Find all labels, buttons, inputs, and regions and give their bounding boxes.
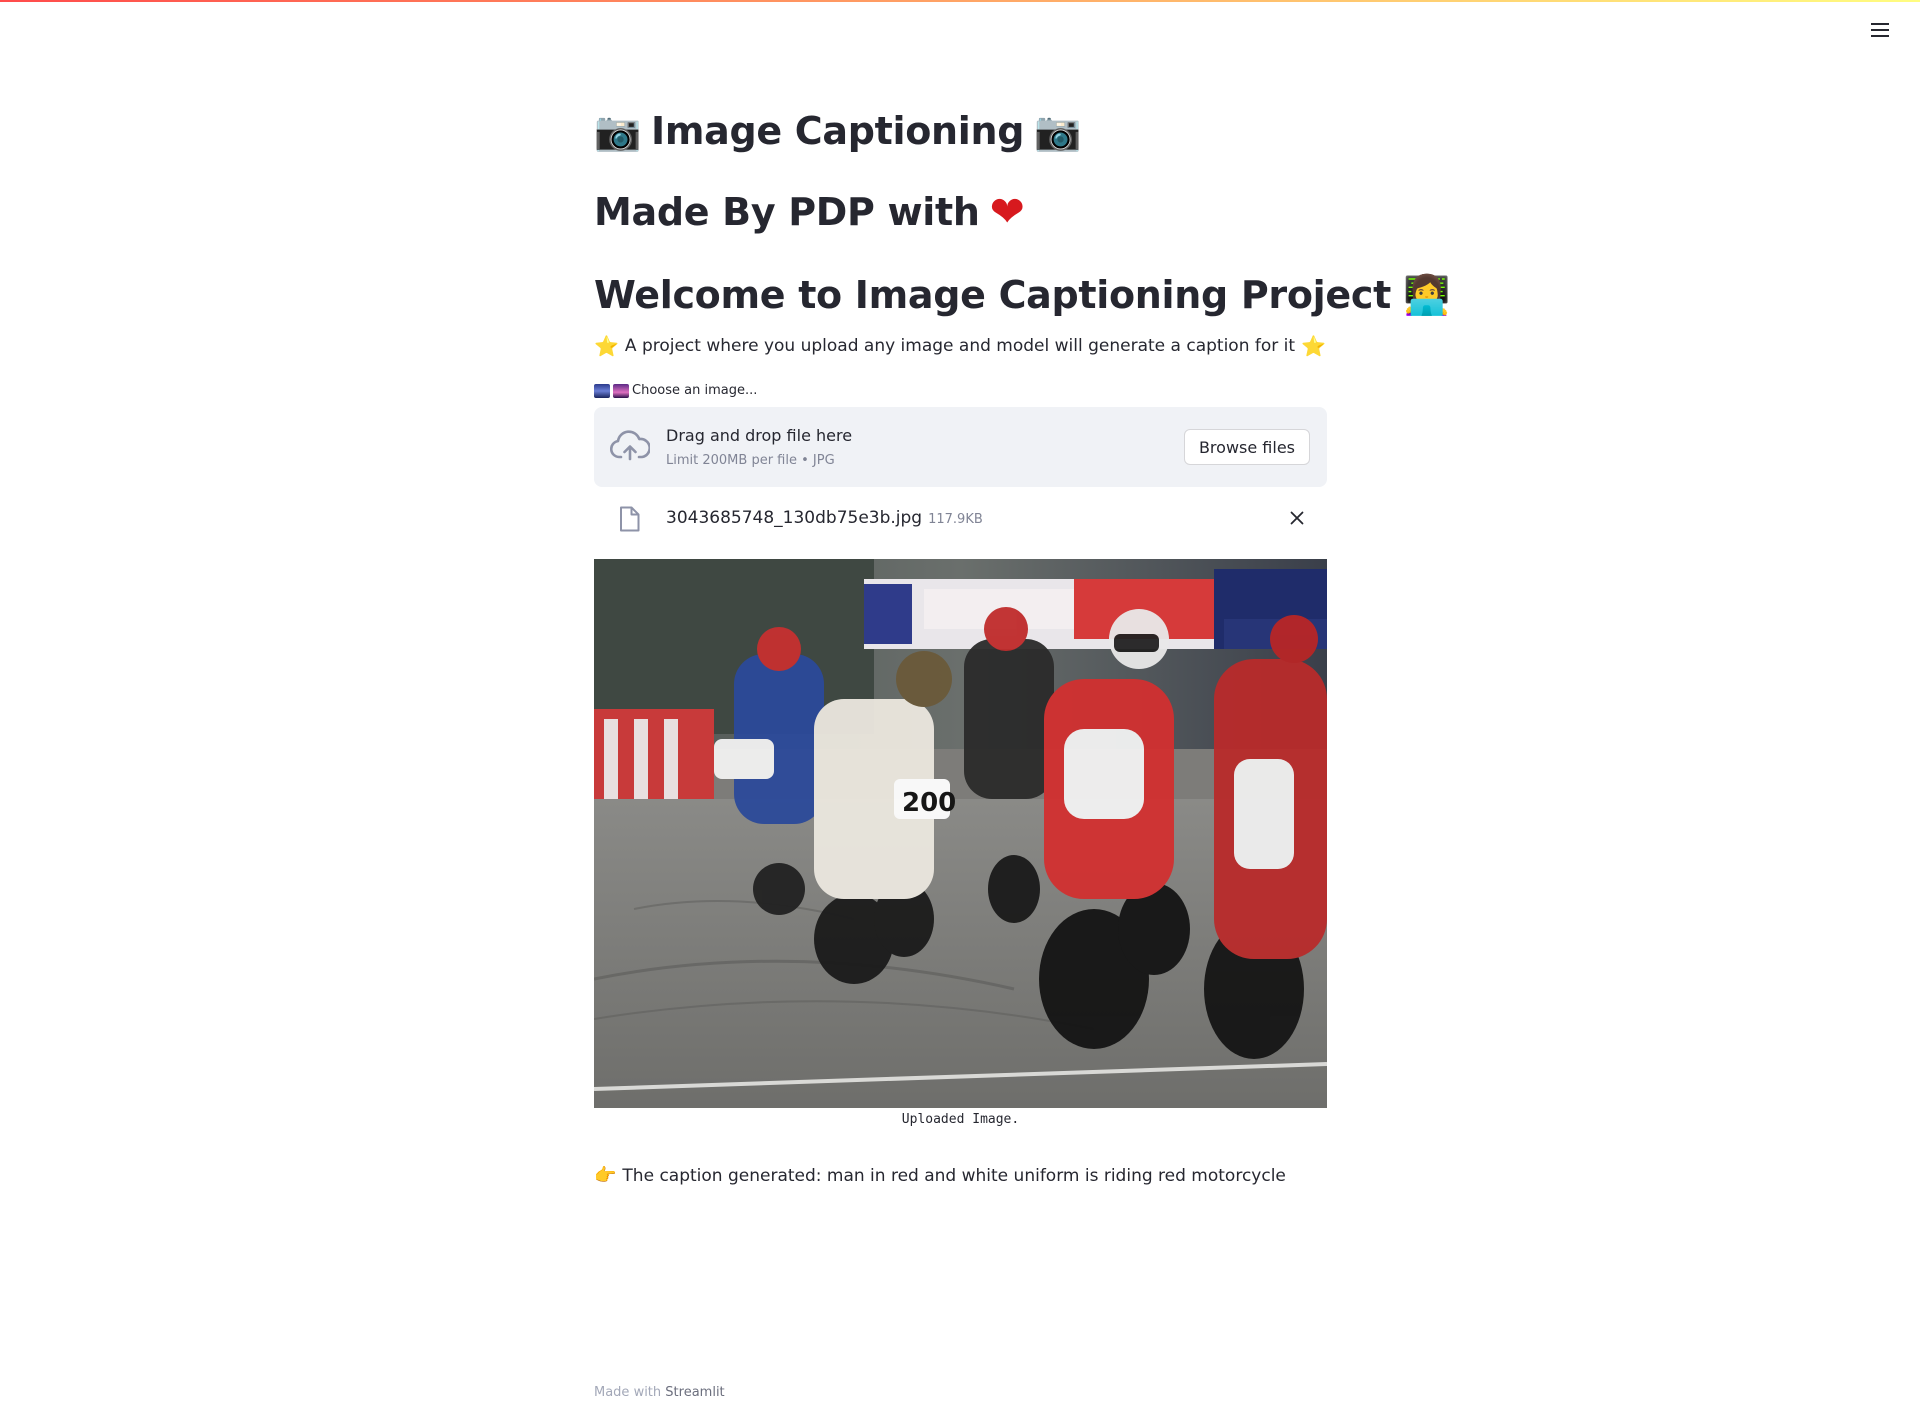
page-title: 📷 Image Captioning 📷 [594, 107, 1081, 155]
project-description-text: A project where you upload any image and… [624, 336, 1296, 356]
fireworks-icon [613, 384, 629, 398]
star-icon: ⭐ [594, 334, 619, 358]
file-dropzone[interactable]: Drag and drop file here Limit 200MB per … [594, 407, 1327, 487]
file-uploader-label: Choose an image... [594, 381, 757, 401]
generated-caption: 👉 The caption generated: man in red and … [594, 1163, 1286, 1189]
star-icon: ⭐ [1301, 334, 1326, 358]
night-sky-icon [594, 384, 610, 398]
browse-files-button[interactable]: Browse files [1183, 429, 1310, 465]
main-menu-button[interactable] [1862, 16, 1898, 44]
motorcycle-race-photo: 200 [594, 559, 1327, 1108]
dropzone-hint: Limit 200MB per file • JPG [666, 453, 835, 468]
welcome-heading-text: Welcome to Image Captioning Project [594, 273, 1391, 317]
project-description: ⭐ A project where you upload any image a… [594, 333, 1326, 359]
image-caption: Uploaded Image. [901, 1112, 1020, 1127]
svg-text:200: 200 [902, 788, 956, 818]
uploaded-image: 200 [594, 559, 1327, 1108]
page-title-text: Image Captioning [651, 109, 1025, 153]
cloud-upload-icon [610, 430, 650, 461]
camera-icon: 📷 [594, 109, 642, 153]
uploaded-file-name: 3043685748_130db75e3b.jpg 117.9KB [666, 507, 983, 531]
uploaded-file-name-text: 3043685748_130db75e3b.jpg [666, 508, 923, 528]
welcome-heading: Welcome to Image Captioning Project 👩‍💻 [594, 271, 1450, 319]
footer-prefix: Made with [594, 1385, 662, 1400]
uploaded-file-item: 3043685748_130db75e3b.jpg 117.9KB [594, 496, 1327, 540]
author-heading: Made By PDP with ❤ [594, 188, 1025, 236]
author-heading-text: Made By PDP with [594, 190, 980, 234]
remove-file-button[interactable] [1285, 506, 1309, 530]
camera-icon: 📷 [1034, 109, 1082, 153]
streamlit-link[interactable]: Streamlit [665, 1385, 724, 1400]
uploaded-file-size: 117.9KB [928, 512, 983, 527]
hamburger-menu-icon [1871, 23, 1889, 37]
top-decoration-bar [0, 0, 1920, 2]
generated-caption-text: The caption generated: man in red and wh… [622, 1166, 1286, 1186]
heart-icon: ❤ [989, 187, 1025, 236]
pointing-hand-icon: 👉 [594, 1165, 617, 1186]
dropzone-title: Drag and drop file here [666, 426, 853, 445]
file-icon [620, 506, 640, 532]
close-icon [1290, 511, 1304, 525]
file-uploader-label-text: Choose an image... [632, 383, 758, 398]
technologist-icon: 👩‍💻 [1402, 273, 1450, 317]
footer: Made with Streamlit [594, 1384, 725, 1402]
